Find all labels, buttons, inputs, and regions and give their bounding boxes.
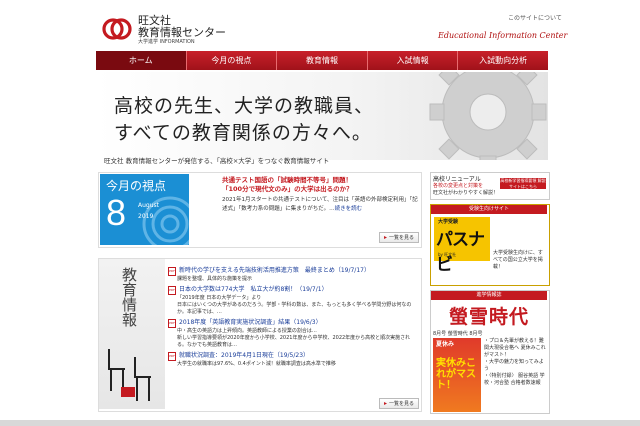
pdf-icon: PDF	[168, 319, 176, 328]
pasnavi-logo-by: by 旺文社	[438, 252, 456, 258]
monthly-view-day: 8	[106, 192, 126, 234]
renewal-line-2: 旺文社がわかりやすく解説！	[433, 190, 498, 197]
news-summary: 大学生の就職率は97.6%、0.4ポイント減！就職率調査は高水準で推移	[168, 361, 418, 368]
news-item[interactable]: PDF2018年度「英語教育実施状況調査」結果（19/6/3） 中・高生の英語力…	[168, 319, 418, 349]
pasnavi-logo-sub: 大学受験	[438, 218, 458, 225]
monthly-view-body: 2021年1月スタートの共通テストについて、注目は「英語の外部検定利用」「記述式…	[222, 196, 418, 214]
english-tagline: Educational Information Center	[438, 31, 567, 40]
nav-exam-info[interactable]: 入試情報	[368, 51, 459, 70]
main-nav: ホーム 今月の視点 教育情報 入試情報 入試動向分析	[96, 51, 548, 70]
renewal-title: 高校リニューアル	[433, 174, 481, 183]
keisetsu-cover-title: 夏休み	[436, 341, 454, 348]
renewal-text: 各校の変更点と対策を 旺文社がわかりやすく解説！	[433, 183, 498, 197]
pdf-icon: PDF	[168, 352, 176, 361]
keisetsu-issue: 8月号 螢雪時代 8月号	[433, 330, 483, 337]
nav-education-info[interactable]: 教育情報	[277, 51, 368, 70]
monthly-view-list-button[interactable]: ▸一覧を見る	[379, 232, 419, 243]
education-info-image: 教育情報	[99, 259, 165, 409]
hero-headline-line1: 高校の先生、大学の教職員、	[114, 91, 374, 118]
news-title[interactable]: 新時代の学びを支える先端技術活用推進方策 最終まとめ（19/7/17）	[179, 267, 370, 275]
arrow-right-icon: ▸	[384, 234, 387, 241]
monthly-view-body-text: 2021年1月スタートの共通テストについて、注目は「英語の外部検定利用」「記述式…	[222, 197, 418, 212]
news-title[interactable]: 就職状況調査：2019年4月1日現在（19/5/23）	[179, 352, 309, 360]
pasnavi-description: 大学受験生向けに、すべての国公立大学を掲載！	[493, 250, 547, 271]
renewal-badge[interactable]: 高校新学習指導要領 解説サイトはこちら	[500, 178, 546, 189]
monthly-view-list-label: 一覧を見る	[389, 234, 414, 241]
education-news-list: PDF新時代の学びを支える先端技術活用推進方策 最終まとめ（19/7/17） 課…	[168, 267, 418, 371]
nav-exam-trend[interactable]: 入試動向分析	[458, 51, 548, 70]
education-info-title: 教育情報	[121, 267, 137, 327]
news-title[interactable]: 日本の大学数は774大学 私立大が約8割！（19/7/1）	[179, 286, 328, 294]
news-summary: 「2019年度 日本の大学データ」より 日本にはいくつの大学があるのだろう。学部…	[168, 295, 418, 316]
news-summary: 中・高生の英語力は上昇傾向。英語教師による授業の割合は… 新しい学習指導要領が2…	[168, 328, 418, 349]
keisetsu-bullets: ・プロ＆先輩が教える！難関大現役合格へ 夏休みこれがマスト！ ・大学の魅力を知っ…	[484, 338, 547, 387]
education-list-button[interactable]: ▸一覧を見る	[379, 398, 419, 409]
hero-banner: 高校の先生、大学の教職員、 すべての教育関係の方々へ。	[96, 72, 548, 160]
news-title[interactable]: 2018年度「英語教育実施状況調査」結果（19/6/3）	[179, 319, 322, 327]
news-item[interactable]: PDF日本の大学数は774大学 私立大が約8割！（19/7/1） 「2019年度…	[168, 286, 418, 316]
keisetsu-logo[interactable]: 螢雪時代	[433, 302, 545, 329]
oubunsha-logo-icon[interactable]	[102, 14, 132, 44]
keisetsu-cover-image[interactable]: 夏休み 実休みこれがマスト！	[433, 338, 481, 412]
monthly-view-month: August	[138, 202, 159, 209]
renewal-line-1: 各校の変更点と対策を	[433, 183, 498, 190]
footer-band	[0, 420, 640, 426]
gear-graphic-icon	[388, 72, 548, 160]
news-item[interactable]: PDF就職状況調査：2019年4月1日現在（19/5/23） 大学生の就職率は9…	[168, 352, 418, 368]
keisetsu-cover-headline: 実休みこれがマスト！	[436, 358, 481, 391]
chairs-photo-icon	[103, 329, 163, 407]
news-summary: 課題を整理、具体的な施策を提示	[168, 276, 418, 283]
pasnavi-logo[interactable]: 大学受験 パスナビ by 旺文社	[434, 217, 490, 261]
nav-monthly-view[interactable]: 今月の視点	[187, 51, 278, 70]
hero-subtitle: 旺文社 教育情報センターが発信する、「高校×大学」をつなぐ教育情報サイト	[104, 155, 329, 165]
keisetsu-header: 進学情報誌	[431, 291, 547, 300]
pdf-icon: PDF	[168, 267, 176, 276]
hero-headline-line2: すべての教育関係の方々へ。	[114, 118, 372, 145]
monthly-view-year: 2019	[138, 213, 153, 220]
pasnavi-header: 受験生向けサイト	[431, 205, 547, 214]
monthly-view-date-box[interactable]: 今月の視点 8 August 2019	[100, 174, 189, 245]
logo-subtitle: 大学進学 INFORMATION	[138, 38, 195, 45]
arrow-right-icon: ▸	[384, 400, 387, 407]
nav-home[interactable]: ホーム	[96, 51, 187, 70]
education-list-label: 一覧を見る	[389, 400, 414, 407]
news-item[interactable]: PDF新時代の学びを支える先端技術活用推進方策 最終まとめ（19/7/17） 課…	[168, 267, 418, 283]
pdf-icon: PDF	[168, 286, 176, 295]
monthly-view-headline-2[interactable]: 「100分で現代文のみ」の大学は出るのか？	[222, 183, 353, 193]
read-more-link[interactable]: 続きを読む	[335, 206, 363, 212]
pasnavi-logo-main: パスナビ	[436, 225, 490, 275]
site-about-link[interactable]: このサイトについて	[508, 13, 562, 22]
